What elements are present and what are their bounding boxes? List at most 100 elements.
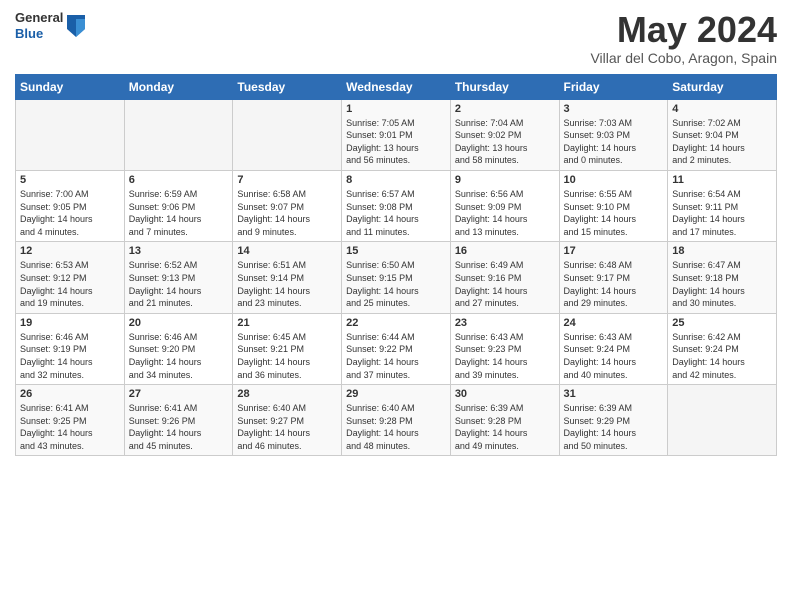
day-info-text: and 4 minutes.	[20, 226, 120, 239]
day-number: 25	[672, 317, 772, 329]
calendar-cell: 24Sunrise: 6:43 AMSunset: 9:24 PMDayligh…	[559, 313, 668, 384]
day-info-text: Sunrise: 6:51 AM	[237, 259, 337, 272]
day-number: 23	[455, 317, 555, 329]
day-info-text: Sunset: 9:08 PM	[346, 201, 446, 214]
calendar-cell: 2Sunrise: 7:04 AMSunset: 9:02 PMDaylight…	[450, 99, 559, 170]
day-info-text: Sunrise: 6:44 AM	[346, 331, 446, 344]
calendar-cell: 4Sunrise: 7:02 AMSunset: 9:04 PMDaylight…	[668, 99, 777, 170]
calendar-cell: 1Sunrise: 7:05 AMSunset: 9:01 PMDaylight…	[342, 99, 451, 170]
calendar-week-row: 26Sunrise: 6:41 AMSunset: 9:25 PMDayligh…	[16, 385, 777, 456]
day-number: 19	[20, 317, 120, 329]
day-info-text: Sunrise: 6:53 AM	[20, 259, 120, 272]
calendar-cell	[668, 385, 777, 456]
day-info-text: Sunrise: 6:47 AM	[672, 259, 772, 272]
day-info-text: and 36 minutes.	[237, 369, 337, 382]
day-info-text: Sunrise: 7:03 AM	[564, 117, 664, 130]
day-number: 6	[129, 174, 229, 186]
page-header: General Blue May 2024 Villar del Cobo, A…	[15, 10, 777, 66]
day-info-text: Sunrise: 6:46 AM	[20, 331, 120, 344]
weekday-header-thursday: Thursday	[450, 74, 559, 99]
day-info-text: Sunset: 9:02 PM	[455, 129, 555, 142]
day-info-text: Daylight: 14 hours	[20, 427, 120, 440]
day-info-text: Daylight: 14 hours	[564, 142, 664, 155]
day-info-text: Sunset: 9:26 PM	[129, 415, 229, 428]
day-info-text: Sunset: 9:23 PM	[455, 343, 555, 356]
day-info-text: Sunrise: 6:57 AM	[346, 188, 446, 201]
day-info-text: Sunrise: 7:00 AM	[20, 188, 120, 201]
day-info-text: and 40 minutes.	[564, 369, 664, 382]
location-text: Villar del Cobo, Aragon, Spain	[590, 50, 777, 66]
calendar-week-row: 12 Sunrise: 6:53 AMSunset: 9:12 PM Dayligh…	[16, 242, 777, 313]
day-number: 9	[455, 174, 555, 186]
day-info-text: Sunrise: 6:54 AM	[672, 188, 772, 201]
day-info-text: Daylight: 14 hours	[455, 285, 555, 298]
day-number: 26	[20, 388, 120, 400]
day-info-text: Sunrise: 6:39 AM	[564, 402, 664, 415]
day-info-text: Sunset: 9:05 PM	[20, 201, 120, 214]
day-number: 22	[346, 317, 446, 329]
day-info-text: Sunrise: 6:59 AM	[129, 188, 229, 201]
day-info-text: Sunset: 9:20 PM	[129, 343, 229, 356]
day-info-text: Sunset: 9:12 PM	[20, 272, 120, 285]
day-info-text: Daylight: 14 hours	[564, 356, 664, 369]
day-info-text: Daylight: 14 hours	[237, 427, 337, 440]
day-number: 18	[672, 245, 772, 257]
calendar-cell: 22Sunrise: 6:44 AMSunset: 9:22 PMDayligh…	[342, 313, 451, 384]
day-info-text: Sunrise: 6:46 AM	[129, 331, 229, 344]
day-info-text: Daylight: 14 hours	[129, 213, 229, 226]
day-number: 13	[129, 245, 229, 257]
day-info-text: Sunset: 9:03 PM	[564, 129, 664, 142]
day-info-text: and 9 minutes.	[237, 226, 337, 239]
calendar-cell: 27Sunrise: 6:41 AMSunset: 9:26 PMDayligh…	[124, 385, 233, 456]
day-info-text: Sunrise: 6:40 AM	[346, 402, 446, 415]
calendar-cell	[124, 99, 233, 170]
day-info-text: Sunset: 9:29 PM	[564, 415, 664, 428]
calendar-cell: 20Sunrise: 6:46 AMSunset: 9:20 PMDayligh…	[124, 313, 233, 384]
day-number: 24	[564, 317, 664, 329]
calendar-cell: 8Sunrise: 6:57 AMSunset: 9:08 PMDaylight…	[342, 170, 451, 241]
weekday-header-friday: Friday	[559, 74, 668, 99]
day-number: 12	[20, 245, 120, 257]
day-info-text: Sunset: 9:13 PM	[129, 272, 229, 285]
day-info-text: Sunrise: 6:58 AM	[237, 188, 337, 201]
calendar-cell: 14Sunrise: 6:51 AMSunset: 9:14 PMDayligh…	[233, 242, 342, 313]
day-info-text: Sunset: 9:04 PM	[672, 129, 772, 142]
day-info-text: and 7 minutes.	[129, 226, 229, 239]
calendar-table: SundayMondayTuesdayWednesdayThursdayFrid…	[15, 74, 777, 457]
day-info-text: and 23 minutes.	[237, 297, 337, 310]
calendar-cell: 9Sunrise: 6:56 AMSunset: 9:09 PMDaylight…	[450, 170, 559, 241]
day-info-text: Sunset: 9:10 PM	[564, 201, 664, 214]
day-info-text: Sunrise: 6:42 AM	[672, 331, 772, 344]
day-info-text: Daylight: 14 hours	[672, 356, 772, 369]
day-info-text: and 43 minutes.	[20, 440, 120, 453]
calendar-cell	[233, 99, 342, 170]
day-info-text: Sunset: 9:07 PM	[237, 201, 337, 214]
calendar-cell: 28Sunrise: 6:40 AMSunset: 9:27 PMDayligh…	[233, 385, 342, 456]
day-info-text: Daylight: 14 hours	[129, 285, 229, 298]
day-info-text: Sunset: 9:17 PM	[564, 272, 664, 285]
day-info-text: Daylight: 14 hours	[672, 213, 772, 226]
calendar-cell: 5Sunrise: 7:00 AMSunset: 9:05 PMDaylight…	[16, 170, 125, 241]
day-info-text: and 17 minutes.	[672, 226, 772, 239]
day-number: 5	[20, 174, 120, 186]
logo-general-text: General	[15, 10, 63, 26]
day-info-text: Sunrise: 7:04 AM	[455, 117, 555, 130]
weekday-header-wednesday: Wednesday	[342, 74, 451, 99]
calendar-week-row: 19Sunrise: 6:46 AMSunset: 9:19 PMDayligh…	[16, 313, 777, 384]
day-number: 7	[237, 174, 337, 186]
day-number: 3	[564, 103, 664, 115]
title-area: May 2024 Villar del Cobo, Aragon, Spain	[590, 10, 777, 66]
day-info-text: Daylight: 14 hours	[672, 142, 772, 155]
day-info-text: and 42 minutes.	[672, 369, 772, 382]
day-info-text: Sunset: 9:27 PM	[237, 415, 337, 428]
day-info-text: Daylight: 14 hours	[672, 285, 772, 298]
day-info-text: Sunrise: 6:43 AM	[564, 331, 664, 344]
day-info-text: Sunrise: 6:43 AM	[455, 331, 555, 344]
day-info-text: and 50 minutes.	[564, 440, 664, 453]
day-info-text: Daylight: 14 hours	[564, 427, 664, 440]
day-info-text: and 27 minutes.	[455, 297, 555, 310]
day-number: 31	[564, 388, 664, 400]
calendar-cell	[16, 99, 125, 170]
weekday-header-monday: Monday	[124, 74, 233, 99]
day-info-text: and 45 minutes.	[129, 440, 229, 453]
